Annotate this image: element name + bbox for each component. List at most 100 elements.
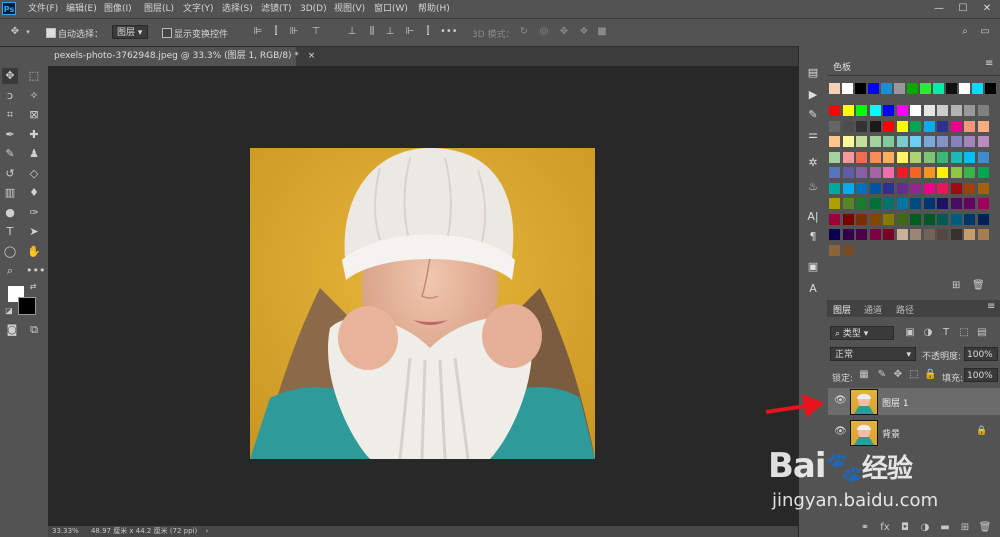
new-layer-icon[interactable]: ⊞ bbox=[958, 521, 972, 535]
swatch[interactable] bbox=[869, 151, 881, 163]
swatch[interactable] bbox=[923, 167, 935, 178]
swatch[interactable] bbox=[883, 167, 894, 178]
swatch[interactable] bbox=[883, 151, 894, 163]
workspace-icon[interactable]: ▭ bbox=[978, 25, 992, 39]
swatch[interactable] bbox=[910, 136, 921, 147]
swatch[interactable] bbox=[923, 182, 935, 194]
background-color-swatch[interactable] bbox=[18, 297, 36, 315]
more-tools-icon[interactable]: ••• bbox=[26, 263, 45, 279]
distribute-bottom-icon[interactable]: ⊥ bbox=[384, 25, 396, 39]
swatch[interactable] bbox=[923, 120, 935, 132]
blend-mode-dropdown[interactable]: 正常 ▾ bbox=[830, 347, 916, 361]
swatch[interactable] bbox=[972, 83, 983, 94]
swatch[interactable] bbox=[910, 229, 921, 240]
filter-smart-object-icon[interactable]: ▤ bbox=[976, 326, 988, 340]
swatch[interactable] bbox=[896, 105, 908, 116]
glyphs-icon[interactable]: ▣ bbox=[806, 260, 820, 274]
magic-wand-tool-icon[interactable]: ✧ bbox=[26, 88, 42, 104]
swatch[interactable] bbox=[883, 229, 894, 240]
swatch[interactable] bbox=[829, 198, 840, 209]
clone-source-icon[interactable]: ♨ bbox=[806, 180, 820, 194]
auto-select-checkbox[interactable] bbox=[46, 28, 56, 38]
swatch[interactable] bbox=[896, 213, 908, 225]
swatch[interactable] bbox=[829, 213, 840, 225]
zoom-tool-icon[interactable]: ⌕ bbox=[2, 263, 18, 279]
3d-scale-icon[interactable]: ■ bbox=[596, 25, 608, 39]
swatch[interactable] bbox=[977, 167, 989, 178]
clone-stamp-tool-icon[interactable]: ♟ bbox=[26, 146, 42, 162]
layer-row[interactable]: 👁 背景 🔒 bbox=[828, 419, 1000, 446]
history-brush-tool-icon[interactable]: ↺ bbox=[2, 166, 18, 182]
swatch[interactable] bbox=[896, 167, 908, 178]
swatch[interactable] bbox=[977, 182, 989, 194]
fx-icon[interactable]: fx bbox=[878, 521, 892, 535]
swatch[interactable] bbox=[842, 167, 854, 178]
swatch[interactable] bbox=[977, 213, 989, 225]
gradient-tool-icon[interactable]: ▥ bbox=[2, 185, 18, 201]
swatch[interactable] bbox=[856, 182, 867, 194]
swatch[interactable] bbox=[977, 105, 989, 116]
layers-panel-menu-icon[interactable]: ≡ bbox=[987, 301, 995, 312]
healing-brush-tool-icon[interactable]: ✚ bbox=[26, 127, 42, 143]
swatch[interactable] bbox=[923, 229, 935, 240]
swatch[interactable] bbox=[868, 83, 879, 94]
layer-filter-dropdown[interactable]: ⌕ 类型 ▾ bbox=[830, 326, 894, 340]
swatch[interactable] bbox=[894, 83, 905, 94]
brush-settings-icon[interactable]: ✎ bbox=[806, 108, 820, 122]
swatch[interactable] bbox=[856, 151, 867, 163]
layers-panel-tab[interactable]: 图层 bbox=[833, 303, 851, 316]
align-top-icon[interactable]: ⊤ bbox=[310, 25, 322, 39]
menu-item[interactable]: 视图(V) bbox=[334, 2, 365, 16]
adjustments-icon[interactable]: ⚌ bbox=[806, 128, 820, 142]
layers-panel-tab[interactable]: 通道 bbox=[864, 303, 882, 316]
menu-item[interactable]: 3D(D) bbox=[300, 2, 327, 16]
3d-slide-icon[interactable]: ❖ bbox=[578, 25, 590, 39]
move-tool-icon[interactable]: ✥ bbox=[8, 25, 22, 39]
swatch[interactable] bbox=[950, 105, 962, 116]
lock-all-icon[interactable]: 🔒 bbox=[924, 368, 936, 382]
document-image[interactable] bbox=[250, 148, 595, 459]
swatch[interactable] bbox=[937, 229, 948, 240]
swatch[interactable] bbox=[881, 83, 892, 94]
swatch[interactable] bbox=[977, 120, 989, 132]
swatch[interactable] bbox=[829, 229, 840, 240]
visibility-eye-icon[interactable]: 👁 bbox=[834, 426, 847, 437]
swatch[interactable] bbox=[923, 105, 935, 116]
swatch[interactable] bbox=[964, 120, 975, 132]
hand-tool-icon[interactable]: ✋ bbox=[26, 244, 42, 260]
visibility-eye-icon[interactable]: 👁 bbox=[834, 395, 847, 406]
swatch[interactable] bbox=[869, 198, 881, 209]
swatch[interactable] bbox=[883, 182, 894, 194]
menu-item[interactable]: 滤镜(T) bbox=[261, 2, 292, 16]
swatch[interactable] bbox=[842, 229, 854, 240]
swatch[interactable] bbox=[829, 120, 840, 132]
delete-swatch-icon[interactable]: 🗑 bbox=[972, 280, 985, 291]
swatch[interactable] bbox=[842, 198, 854, 209]
swatch[interactable] bbox=[883, 213, 894, 225]
swatch[interactable] bbox=[869, 167, 881, 178]
menu-item[interactable]: 图层(L) bbox=[144, 2, 174, 16]
swatch[interactable] bbox=[923, 136, 935, 147]
swatch[interactable] bbox=[910, 198, 921, 209]
character-styles-icon[interactable]: A bbox=[806, 282, 820, 296]
fill-field[interactable]: 100% bbox=[964, 368, 998, 382]
swatch[interactable] bbox=[896, 136, 908, 147]
screen-mode-icon[interactable]: ⧉ bbox=[26, 322, 42, 338]
swatch[interactable] bbox=[842, 120, 854, 132]
swatch[interactable] bbox=[829, 136, 840, 147]
status-menu-arrow[interactable]: › bbox=[206, 527, 209, 535]
swatch[interactable] bbox=[923, 198, 935, 209]
swatch[interactable] bbox=[910, 151, 921, 163]
swatch[interactable] bbox=[842, 213, 854, 225]
swatch[interactable] bbox=[829, 83, 840, 94]
filter-type-icon[interactable]: T bbox=[940, 326, 952, 340]
swatch[interactable] bbox=[869, 136, 881, 147]
zoom-level[interactable]: 33.33% bbox=[52, 527, 79, 535]
swatch[interactable] bbox=[856, 198, 867, 209]
trash-icon[interactable]: 🗑 bbox=[978, 521, 992, 535]
swatch[interactable] bbox=[896, 229, 908, 240]
swatch[interactable] bbox=[937, 136, 948, 147]
swatch[interactable] bbox=[964, 198, 975, 209]
swatch[interactable] bbox=[855, 83, 866, 94]
swatch[interactable] bbox=[959, 83, 970, 94]
